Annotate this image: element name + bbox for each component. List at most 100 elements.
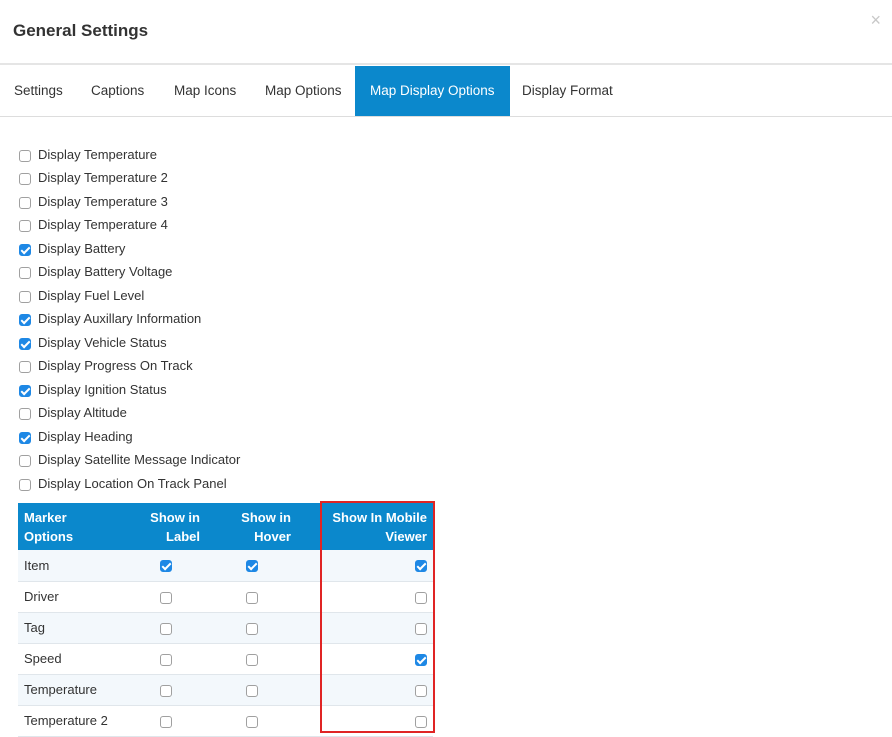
- show-in-hover-cell: [206, 612, 297, 644]
- option-label: Display Vehicle Status: [38, 335, 167, 350]
- show-in-mobile-checkbox[interactable]: [415, 622, 427, 635]
- show-in-label-checkbox[interactable]: [160, 591, 172, 604]
- column-header-show-in-hover: Show in Hover: [206, 503, 297, 550]
- table-row: Tag: [18, 612, 433, 644]
- show-in-hover-cell: [206, 674, 297, 706]
- show-in-hover-checkbox[interactable]: [245, 715, 258, 728]
- header-text: Show In Mobile: [332, 509, 427, 525]
- header-text: Options: [24, 528, 74, 544]
- show-in-hover-cell: [206, 550, 297, 582]
- show-in-hover-cell: [206, 581, 297, 613]
- header-text: Label: [166, 528, 200, 544]
- show-in-mobile-cell: [297, 581, 433, 613]
- tab-settings[interactable]: Settings: [14, 66, 63, 116]
- table-header-row: Marker Options Show in Label Show in Hov…: [18, 503, 433, 550]
- show-in-label-cell: [126, 612, 206, 644]
- checkbox[interactable]: [19, 173, 31, 185]
- checkbox[interactable]: [19, 385, 31, 397]
- tab-captions[interactable]: Captions: [91, 66, 144, 116]
- tab-map-options[interactable]: Map Options: [265, 66, 342, 116]
- show-in-mobile-cell: [297, 705, 433, 737]
- show-in-label-cell: [126, 581, 206, 613]
- option-label: Display Battery Voltage: [38, 264, 173, 279]
- checkbox[interactable]: [19, 338, 31, 350]
- show-in-label-checkbox[interactable]: [160, 684, 172, 697]
- marker-name: Speed: [18, 643, 126, 675]
- header-text: Show in: [241, 509, 291, 525]
- show-in-label-checkbox[interactable]: [160, 560, 172, 573]
- table-row: Item: [18, 550, 433, 582]
- show-in-hover-checkbox[interactable]: [245, 684, 258, 697]
- show-in-label-checkbox[interactable]: [160, 653, 172, 666]
- show-in-hover-cell: [206, 705, 297, 737]
- option-label: Display Fuel Level: [38, 288, 145, 303]
- show-in-mobile-checkbox[interactable]: [415, 560, 427, 573]
- tab-display-format[interactable]: Display Format: [522, 66, 613, 116]
- checkbox[interactable]: [19, 408, 31, 420]
- marker-name: Temperature: [18, 674, 126, 706]
- option-label: Display Satellite Message Indicator: [38, 452, 241, 467]
- checkbox[interactable]: [19, 267, 31, 279]
- option-label: Display Temperature 3: [38, 194, 168, 209]
- show-in-label-checkbox[interactable]: [160, 622, 172, 635]
- tab-bar: Settings Captions Map Icons Map Options …: [0, 66, 892, 117]
- checkbox[interactable]: [19, 314, 31, 326]
- option-label: Display Altitude: [38, 405, 127, 420]
- show-in-mobile-cell: [297, 612, 433, 644]
- column-header-marker-options: Marker Options: [18, 503, 126, 550]
- option-label: Display Progress On Track: [38, 358, 193, 373]
- header-text: Marker: [24, 509, 67, 525]
- checkbox[interactable]: [19, 291, 31, 303]
- checkbox[interactable]: [19, 220, 31, 232]
- marker-name: Item: [18, 550, 126, 582]
- show-in-label-cell: [126, 705, 206, 737]
- marker-name: Tag: [18, 612, 126, 644]
- show-in-hover-checkbox[interactable]: [245, 653, 258, 666]
- show-in-mobile-cell: [297, 643, 433, 675]
- checkbox[interactable]: [19, 479, 31, 491]
- checkbox[interactable]: [19, 455, 31, 467]
- column-header-show-in-label: Show in Label: [126, 503, 206, 550]
- marker-name: Temperature 2: [18, 705, 126, 737]
- checkbox[interactable]: [19, 150, 31, 162]
- header-text: Show in: [150, 509, 200, 525]
- show-in-hover-checkbox[interactable]: [245, 622, 258, 635]
- show-in-hover-cell: [206, 643, 297, 675]
- option-label: Display Battery: [38, 241, 126, 256]
- option-label: Display Ignition Status: [38, 382, 167, 397]
- dialog-header: General Settings ×: [0, 0, 892, 65]
- column-header-show-in-mobile-viewer: Show In Mobile Viewer: [297, 503, 433, 550]
- table-row: Temperature: [18, 674, 433, 706]
- option-label: Display Temperature 4: [38, 217, 168, 232]
- close-icon[interactable]: ×: [870, 11, 881, 29]
- checkbox[interactable]: [19, 197, 31, 209]
- tab-map-icons[interactable]: Map Icons: [174, 66, 236, 116]
- show-in-mobile-checkbox[interactable]: [415, 684, 427, 697]
- option-label: Display Temperature: [38, 147, 157, 162]
- tab-map-display-options[interactable]: Map Display Options: [355, 66, 510, 116]
- show-in-label-checkbox[interactable]: [160, 715, 172, 728]
- show-in-mobile-checkbox[interactable]: [415, 653, 427, 666]
- dialog-title: General Settings: [13, 21, 149, 40]
- checkbox[interactable]: [19, 432, 31, 444]
- marker-options-table: Marker Options Show in Label Show in Hov…: [18, 503, 433, 737]
- header-text: Hover: [254, 528, 291, 544]
- table-row: Speed: [18, 643, 433, 675]
- marker-name: Driver: [18, 581, 126, 613]
- option-label: Display Heading: [38, 429, 133, 444]
- table-row: Temperature 2: [18, 705, 433, 737]
- show-in-mobile-checkbox[interactable]: [415, 715, 427, 728]
- checkbox[interactable]: [19, 361, 31, 373]
- show-in-label-cell: [126, 643, 206, 675]
- show-in-mobile-cell: [297, 674, 433, 706]
- checkbox[interactable]: [19, 244, 31, 256]
- show-in-mobile-cell: [297, 550, 433, 582]
- show-in-hover-checkbox[interactable]: [245, 591, 258, 604]
- show-in-label-cell: [126, 674, 206, 706]
- option-label: Display Auxillary Information: [38, 311, 202, 326]
- show-in-label-cell: [126, 550, 206, 582]
- option-label: Display Temperature 2: [38, 170, 168, 185]
- show-in-mobile-checkbox[interactable]: [415, 591, 427, 604]
- show-in-hover-checkbox[interactable]: [245, 560, 258, 573]
- header-text: Viewer: [385, 528, 427, 544]
